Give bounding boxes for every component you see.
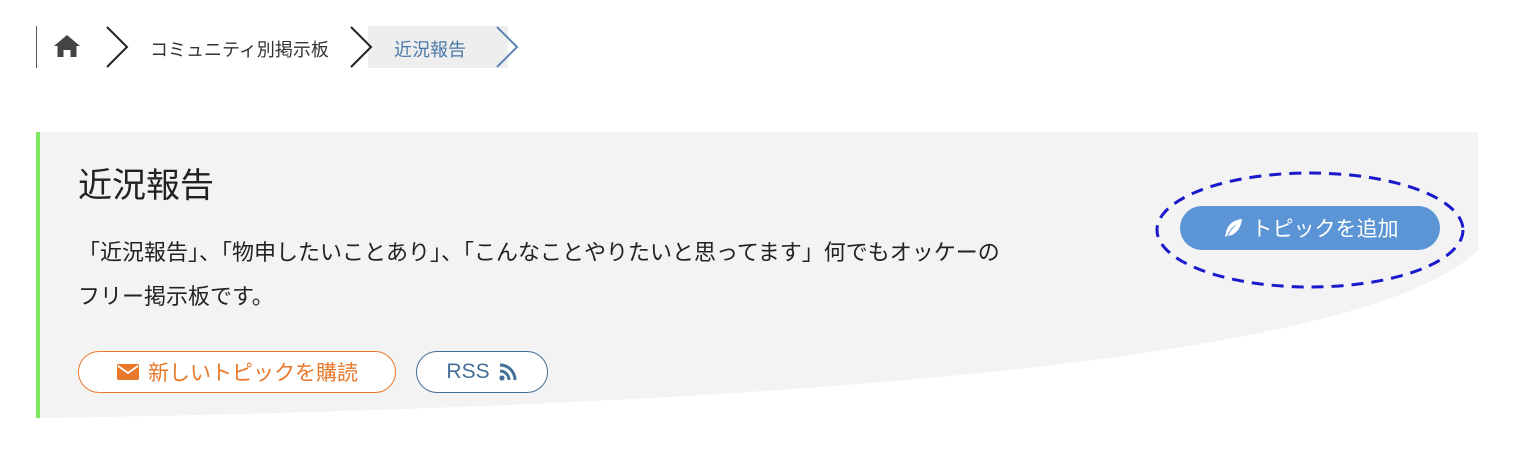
rss-icon	[498, 362, 518, 382]
rss-label: RSS	[446, 360, 490, 383]
subscribe-label: 新しいトピックを購読	[148, 361, 358, 385]
panel-accent-bar	[36, 132, 40, 418]
add-topic-label: トピックを追加	[1251, 217, 1399, 241]
chevron-right-icon	[106, 26, 129, 68]
feather-icon	[1222, 217, 1244, 239]
home-icon	[52, 33, 86, 59]
breadcrumb-home-link[interactable]	[52, 33, 86, 61]
chevron-right-icon	[496, 26, 519, 68]
board-description: 「近況報告」、「物申したいことあり」、「こんなことやりたいと思ってます」何でもオ…	[78, 241, 1000, 310]
add-topic-button[interactable]: トピックを追加	[1180, 206, 1440, 250]
breadcrumb-divider	[36, 26, 37, 68]
breadcrumb-community-link[interactable]: コミュニティ別掲示板	[150, 36, 329, 62]
board-title: 近況報告	[78, 166, 214, 206]
envelope-icon	[116, 363, 140, 381]
subscribe-button[interactable]: 新しいトピックを購読	[78, 351, 396, 393]
breadcrumb-current: 近況報告	[394, 40, 466, 61]
board-header-panel: 近況報告 「近況報告」、「物申したいことあり」、「こんなことやりたいと思ってます…	[36, 132, 1478, 420]
rss-button[interactable]: RSS	[416, 351, 548, 393]
chevron-right-icon	[350, 26, 373, 68]
